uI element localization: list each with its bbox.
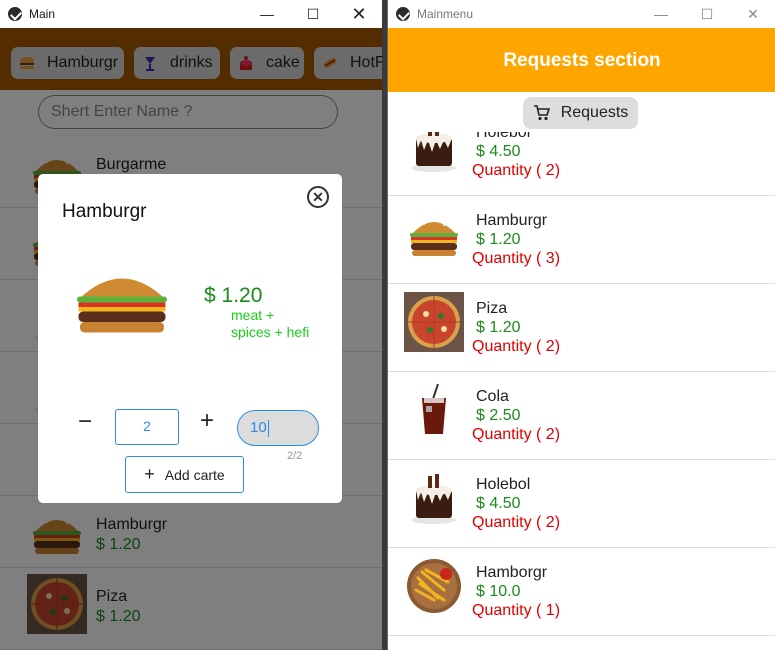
request-quantity: Quantity ( 1): [472, 602, 561, 619]
request-name: Holebol: [476, 476, 531, 493]
pizza-image: [404, 292, 464, 352]
minimize-button[interactable]: —: [638, 0, 684, 28]
decrease-quantity-button[interactable]: −: [78, 408, 92, 436]
close-circle-icon[interactable]: ✕: [307, 186, 329, 208]
plus-icon: +: [144, 464, 155, 484]
request-price: $ 1.20: [476, 231, 521, 248]
mainmenu-window: Mainmenu — ☐ ✕ Requests section Holebol …: [387, 0, 775, 650]
character-counter: 2/2: [287, 450, 303, 462]
request-price: $ 4.50: [476, 143, 521, 160]
list-item[interactable]: Piza $ 1.20 Quantity ( 2): [388, 284, 775, 372]
request-name: Piza: [476, 300, 508, 317]
fries-image: [404, 556, 464, 616]
request-quantity: Quantity ( 2): [472, 162, 561, 179]
maximize-button[interactable]: ☐: [290, 0, 336, 28]
close-button[interactable]: ✕: [730, 0, 775, 28]
cake-image: [404, 132, 464, 176]
main-titlebar: Main — ☐ ✕: [0, 0, 382, 28]
burger-image: [404, 204, 464, 264]
requests-button[interactable]: Requests: [523, 97, 638, 129]
request-price: $ 2.50: [476, 407, 521, 424]
cola-image: [404, 380, 464, 440]
requests-list[interactable]: Holebol $ 4.50 Quantity ( 2) Hamburgr $ …: [388, 132, 775, 650]
note-input[interactable]: 10: [237, 410, 319, 446]
cart-icon: [533, 105, 550, 121]
dialog-description: meat + spices + hefi: [231, 307, 310, 340]
request-quantity: Quantity ( 2): [472, 426, 561, 443]
product-dialog: Hamburgr ✕ Hamburgr $ 1.20 meat + spices…: [38, 174, 342, 503]
burger-image: [62, 253, 182, 343]
request-price: $ 1.20: [476, 319, 521, 336]
note-input-value: 10: [250, 419, 267, 436]
list-item[interactable]: Holebol $ 4.50 Quantity ( 2): [388, 460, 775, 548]
list-item[interactable]: Hamburgr $ 1.20 Quantity ( 3): [388, 196, 775, 284]
close-button[interactable]: ✕: [336, 0, 382, 28]
request-name: Cola: [476, 388, 509, 405]
list-item[interactable]: Cola $ 2.50 Quantity ( 2): [388, 372, 775, 460]
request-price: $ 10.0: [476, 583, 521, 600]
request-quantity: Quantity ( 2): [472, 514, 561, 531]
dialog-product-name: Hamburgr: [208, 263, 271, 279]
requests-button-label: Requests: [560, 104, 629, 121]
increase-quantity-button[interactable]: +: [200, 407, 214, 435]
window-title: Main: [29, 7, 56, 21]
request-name: Holebol: [476, 132, 531, 141]
request-name: Hamborgr: [476, 564, 548, 581]
add-to-cart-label: Add carte: [164, 466, 225, 483]
mainmenu-titlebar: Mainmenu — ☐ ✕: [388, 0, 775, 28]
request-quantity: Quantity ( 3): [472, 250, 561, 267]
request-quantity: Quantity ( 2): [472, 338, 561, 355]
request-name: Hamburgr: [476, 212, 548, 229]
cake-image: [404, 468, 464, 528]
dialog-price: $ 1.20: [204, 284, 263, 307]
list-item[interactable]: Holebol $ 4.50 Quantity ( 2): [388, 132, 775, 196]
dialog-title: Hamburgr: [62, 201, 147, 222]
maximize-button[interactable]: ☐: [684, 0, 730, 28]
add-to-cart-button[interactable]: + Add carte: [125, 456, 244, 493]
app-logo-icon: [8, 7, 22, 21]
quantity-field[interactable]: 2: [115, 409, 179, 445]
minimize-button[interactable]: —: [244, 0, 290, 28]
requests-header: Requests section: [388, 28, 775, 92]
list-item[interactable]: Hamborgr $ 10.0 Quantity ( 1): [388, 548, 775, 636]
app-logo-icon: [396, 7, 410, 21]
window-title: Mainmenu: [417, 7, 474, 21]
main-window: Main — ☐ ✕ Hamburgr drinks cake HotF She…: [0, 0, 382, 650]
request-price: $ 4.50: [476, 495, 521, 512]
